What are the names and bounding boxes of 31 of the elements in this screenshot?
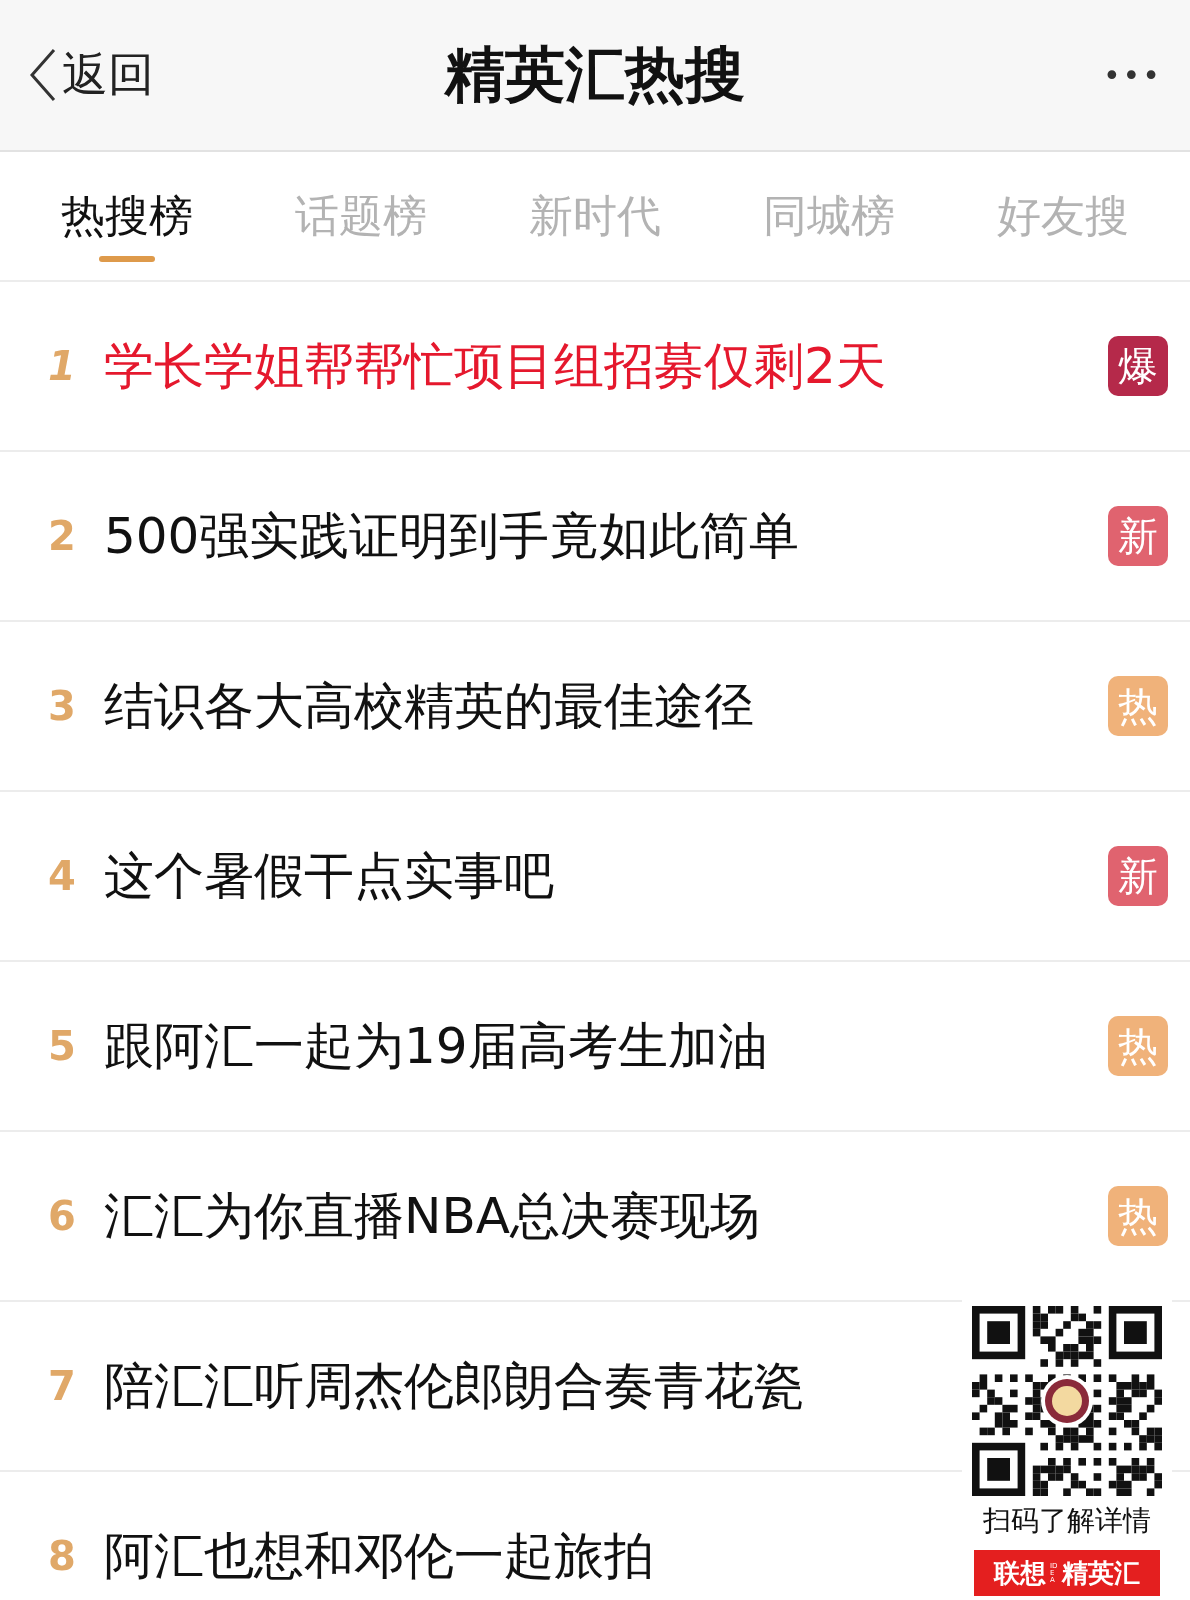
trend-badge: 新 — [1108, 846, 1168, 906]
trend-badge: 热 — [1108, 676, 1168, 736]
rank-number: 5 — [47, 1023, 77, 1069]
trend-title[interactable]: 这个暑假干点实事吧 — [104, 842, 554, 910]
more-button[interactable]: ••• — [1102, 57, 1162, 93]
rank-number: 2 — [47, 513, 77, 559]
rank-number: 6 — [47, 1193, 77, 1239]
brand-text: 联想 — [994, 1556, 1046, 1590]
trend-title[interactable]: 跟阿汇一起为19届高考生加油 — [104, 1012, 768, 1080]
back-chevron-icon — [28, 48, 58, 102]
qr-code-icon — [972, 1306, 1162, 1496]
trend-title[interactable]: 结识各大高校精英的最佳途径 — [104, 672, 754, 740]
trend-title[interactable]: 学长学姐帮帮忙项目组招募仅剩2天 — [104, 332, 886, 400]
back-button[interactable]: 返回 — [28, 44, 154, 106]
rank-number: 1 — [47, 343, 77, 389]
trend-title[interactable]: 阿汇也想和邓伦一起旅拍 — [104, 1522, 654, 1590]
rank-number: 8 — [47, 1533, 77, 1579]
page-title: 精英汇热搜 — [445, 38, 745, 109]
trend-title[interactable]: 汇汇为你直播NBA总决赛现场 — [104, 1182, 760, 1250]
qr-caption: 扫码了解详情 — [983, 1503, 1151, 1539]
trend-badge: 爆 — [1108, 336, 1168, 396]
rank-number: 7 — [47, 1363, 77, 1409]
trend-title[interactable]: 500强实践证明到手竟如此简单 — [104, 502, 800, 570]
rank-number: 4 — [47, 853, 77, 899]
tab[interactable]: 热搜榜 — [10, 152, 244, 280]
trend-title[interactable]: 陪汇汇听周杰伦郎朗合奏青花瓷 — [104, 1352, 804, 1420]
trend-badge: 热 — [1108, 1016, 1168, 1076]
trend-badge: 热 — [1108, 1186, 1168, 1246]
trend-badge: 新 — [1108, 506, 1168, 566]
rank-number: 3 — [47, 683, 77, 729]
brand-text: 精英汇 — [1062, 1556, 1140, 1590]
